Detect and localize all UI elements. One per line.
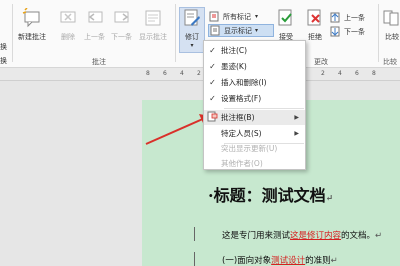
menu-item-ink[interactable]: ✓ 墨迹(K) (204, 59, 305, 74)
menu-item-specific-people[interactable]: 特定人员(S) ▶ (204, 126, 305, 141)
menu-item-balloons[interactable]: 批注框(B) ▶ (204, 110, 305, 125)
checkmark-icon: ✓ (209, 94, 216, 103)
submenu-arrow-icon: ▶ (294, 114, 299, 121)
annotation-arrow-icon (145, 114, 210, 145)
checkmark-icon: ✓ (209, 78, 216, 87)
menu-item-insertions-deletions[interactable]: ✓ 插入和删除(I) (204, 75, 305, 90)
checkmark-icon: ✓ (209, 46, 216, 55)
submenu-arrow-icon: ▶ (294, 130, 299, 137)
balloons-icon (204, 111, 221, 124)
checkmark-icon: ✓ (209, 62, 216, 71)
show-markup-menu: ✓ 批注(C) ✓ 墨迹(K) ✓ 插入和删除(I) ✓ 设置格式(F) 批注框… (203, 40, 306, 170)
menu-item-formatting[interactable]: ✓ 设置格式(F) (204, 91, 305, 106)
menu-separator (224, 108, 304, 109)
menu-item-other-authors[interactable]: 其他作者(O) (204, 156, 305, 171)
menu-item-highlight-updates[interactable]: 突出显示更新(U) (204, 141, 305, 156)
menu-item-comments[interactable]: ✓ 批注(C) (204, 43, 305, 58)
